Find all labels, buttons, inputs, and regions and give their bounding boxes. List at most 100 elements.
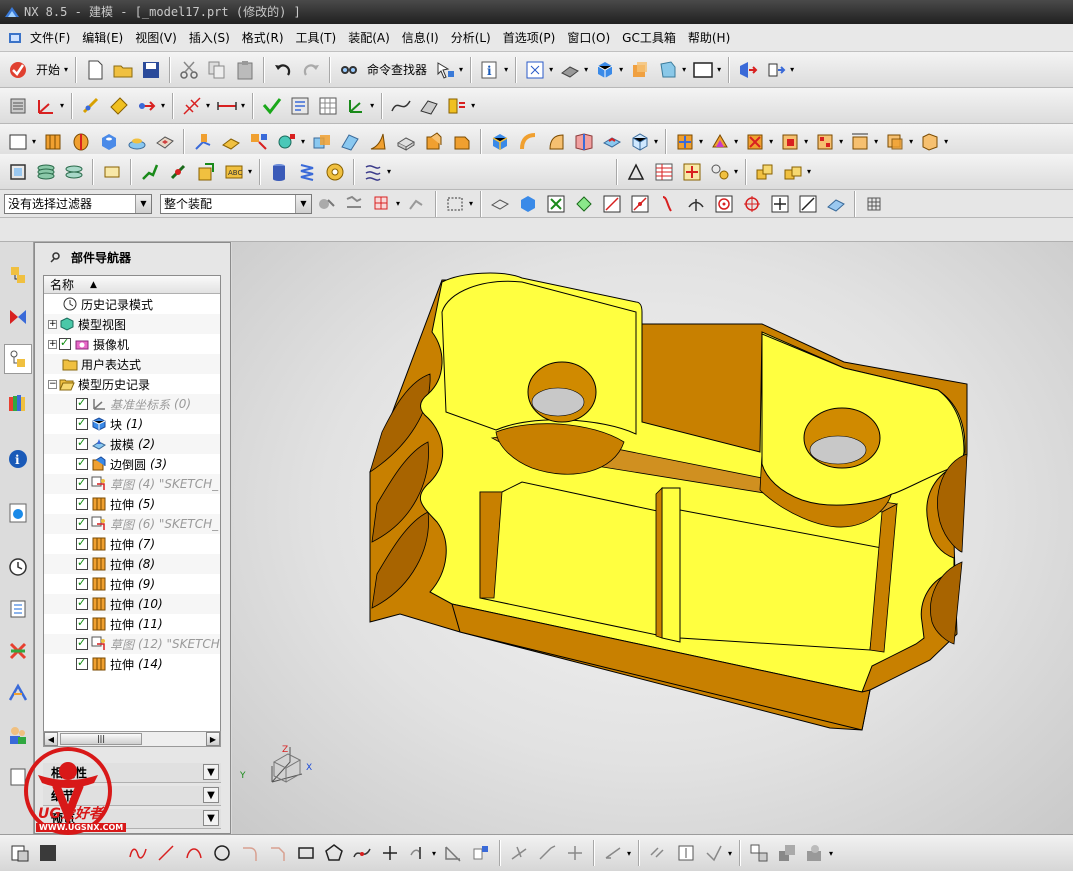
tree-node[interactable]: 草图(6) "SKETCH_	[44, 514, 220, 534]
extrude-tool-icon[interactable]	[40, 129, 66, 155]
table-icon[interactable]	[651, 159, 677, 185]
layer-stack-icon[interactable]	[33, 159, 59, 185]
tree-node[interactable]: 拔模(2)	[44, 434, 220, 454]
undo-icon[interactable]	[270, 57, 296, 83]
gc-assembly-icon[interactable]	[752, 159, 778, 185]
expand-icon[interactable]: +	[48, 319, 57, 329]
tree-node[interactable]: 拉伸(10)	[44, 594, 220, 614]
select-faces-icon[interactable]	[487, 191, 513, 217]
chevron-down-icon[interactable]: ▼	[135, 194, 151, 213]
visibility-checkbox[interactable]	[76, 616, 88, 630]
menu-gc-toolkit[interactable]: GC工具箱	[622, 29, 676, 46]
mirror-curve-icon[interactable]	[468, 840, 494, 866]
snap-on-curve-icon[interactable]	[795, 191, 821, 217]
graphics-window[interactable]: Z Y X	[232, 242, 1073, 834]
history-tab-icon[interactable]	[4, 552, 32, 582]
shell-icon[interactable]	[393, 129, 419, 155]
examine-geometry-icon[interactable]	[287, 93, 313, 119]
reuse-library-tab-icon[interactable]	[4, 388, 32, 418]
emboss-icon[interactable]	[218, 129, 244, 155]
move-object-icon[interactable]	[672, 129, 698, 155]
snap-quadrant-icon[interactable]	[739, 191, 765, 217]
resize-face-icon[interactable]	[777, 129, 803, 155]
wave-link-icon[interactable]	[735, 57, 761, 83]
part-navigator-tab-icon[interactable]	[4, 344, 32, 374]
pocket-icon[interactable]	[152, 129, 178, 155]
visibility-checkbox[interactable]	[76, 536, 88, 550]
fillet-icon[interactable]	[237, 840, 263, 866]
visibility-checkbox[interactable]	[76, 516, 88, 530]
scroll-left-icon[interactable]: ◀	[44, 732, 58, 746]
menu-information[interactable]: 信息(I)	[402, 29, 439, 46]
hole-icon[interactable]	[96, 129, 122, 155]
web-browser-tab-icon[interactable]: i	[4, 444, 32, 474]
boss-icon[interactable]	[124, 129, 150, 155]
arc-icon[interactable]	[181, 840, 207, 866]
quick-extend-icon[interactable]	[534, 840, 560, 866]
orient-view-icon[interactable]	[592, 57, 618, 83]
menu-file[interactable]: 文件(F)	[30, 29, 70, 46]
tree-node[interactable]: 拉伸(14)	[44, 654, 220, 674]
visibility-checkbox[interactable]	[76, 656, 88, 670]
visibility-checkbox[interactable]	[76, 576, 88, 590]
save-icon[interactable]	[138, 57, 164, 83]
menu-preferences[interactable]: 首选项(P)	[503, 29, 556, 46]
wcs-dynamic-icon[interactable]	[343, 93, 369, 119]
make-corner-icon[interactable]	[562, 840, 588, 866]
split-body-icon[interactable]	[543, 129, 569, 155]
abc-text-icon[interactable]: ABC	[221, 159, 247, 185]
tree-node[interactable]: + 模型视图	[44, 314, 220, 334]
deviation-icon[interactable]	[444, 93, 470, 119]
layer-copy-icon[interactable]	[61, 159, 87, 185]
background-icon[interactable]	[690, 57, 716, 83]
layer-settings-icon[interactable]	[5, 93, 31, 119]
snap-existing-point-icon[interactable]	[767, 191, 793, 217]
wcs-icon[interactable]	[33, 93, 59, 119]
snap-on-surface-icon[interactable]	[823, 191, 849, 217]
menu-tools[interactable]: 工具(T)	[296, 29, 337, 46]
visibility-checkbox[interactable]	[76, 436, 88, 450]
unite-icon[interactable]	[309, 129, 335, 155]
process-studio-tab-icon[interactable]	[4, 678, 32, 708]
menu-format[interactable]: 格式(R)	[242, 29, 284, 46]
select-bodies-icon[interactable]	[515, 191, 541, 217]
chevron-down-icon[interactable]: ▼	[203, 764, 219, 780]
line-icon[interactable]	[153, 840, 179, 866]
menu-window[interactable]: 窗口(O)	[567, 29, 610, 46]
resize-blend-icon[interactable]	[882, 129, 908, 155]
start-button[interactable]: 开始	[32, 57, 64, 83]
measure-distance-icon[interactable]	[106, 93, 132, 119]
scroll-right-icon[interactable]: ▶	[206, 732, 220, 746]
snap-midpoint-icon[interactable]	[627, 191, 653, 217]
show-constraints-icon[interactable]	[701, 840, 727, 866]
geometric-constraint-icon[interactable]	[645, 840, 671, 866]
datum-csys-tool-icon[interactable]	[165, 159, 191, 185]
circle-icon[interactable]	[209, 840, 235, 866]
tree-node[interactable]: 历史记录模式	[44, 294, 220, 314]
tree-node[interactable]: 基准坐标系(0)	[44, 394, 220, 414]
command-finder-button[interactable]: 命令查找器	[363, 57, 431, 83]
menu-help[interactable]: 帮助(H)	[688, 29, 730, 46]
pattern-face-icon[interactable]	[812, 129, 838, 155]
snap-grid-icon[interactable]	[571, 191, 597, 217]
torus-icon[interactable]	[322, 159, 348, 185]
snap-intersection-icon[interactable]	[683, 191, 709, 217]
feature-select-icon[interactable]	[369, 191, 395, 217]
sketch-feature-icon[interactable]	[35, 840, 61, 866]
filter-reset-icon[interactable]	[313, 191, 339, 217]
tree-node[interactable]: − 模型历史记录	[44, 374, 220, 394]
tree-node[interactable]: 边倒圆(3)	[44, 454, 220, 474]
visibility-checkbox[interactable]	[76, 476, 88, 490]
fit-view-icon[interactable]	[522, 57, 548, 83]
revolve-icon[interactable]	[68, 129, 94, 155]
tree-node[interactable]: 草图(12) "SKETCH	[44, 634, 220, 654]
plane-icon[interactable]	[179, 93, 205, 119]
new-file-icon[interactable]	[82, 57, 108, 83]
edit-object-display-icon[interactable]	[627, 57, 653, 83]
wire-spring-icon[interactable]	[360, 159, 386, 185]
label-chamfer-icon[interactable]	[917, 129, 943, 155]
visibility-checkbox[interactable]	[59, 336, 71, 350]
chevron-down-icon[interactable]: ▼	[203, 787, 219, 803]
visibility-checkbox[interactable]	[76, 556, 88, 570]
visibility-checkbox[interactable]	[76, 496, 88, 510]
